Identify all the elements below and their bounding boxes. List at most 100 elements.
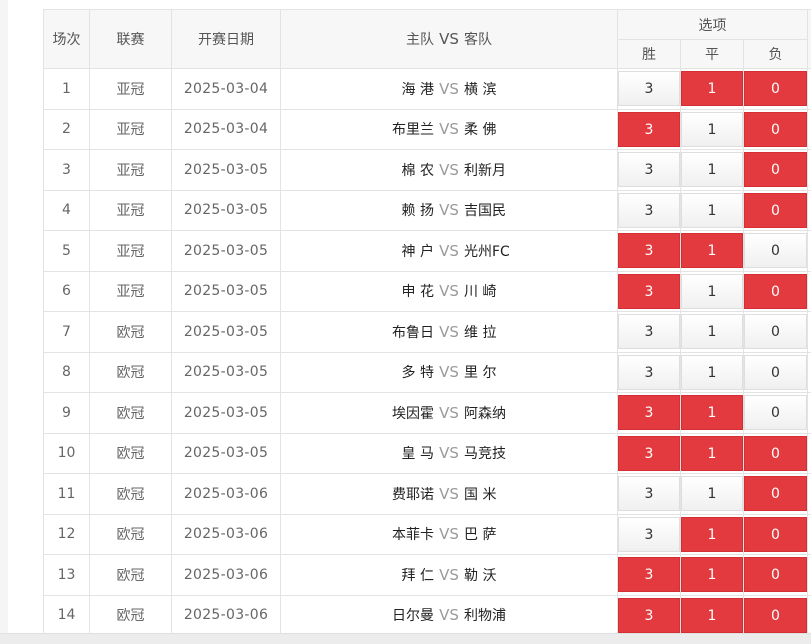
match-date: 2025-03-06 [171,473,281,515]
option-draw-cell: 1 [680,230,744,272]
option-win-button[interactable]: 3 [618,233,680,269]
option-loss-button[interactable]: 0 [744,152,807,188]
table-header: 场次 联赛 开赛日期 主队 VS 客队 选项 胜 平 负 [43,9,811,69]
option-loss-button[interactable]: 0 [744,476,807,512]
option-win-button[interactable]: 3 [618,435,680,471]
option-draw-button[interactable]: 1 [681,152,743,188]
option-draw-button[interactable]: 1 [681,71,743,107]
match-number: 12 [43,513,90,555]
option-loss-cell: 0 [742,351,809,393]
home-team: 日尔曼 [392,608,434,625]
teams-wrap: 日尔曼 VS 利物浦 [282,605,617,625]
match-number: 11 [43,473,90,515]
option-draw-cell: 1 [680,108,744,150]
option-win-button[interactable]: 3 [618,314,680,350]
match-teams: 费耶诺 VS 国 米 [280,473,618,515]
vs-label: VS [439,363,459,382]
option-win-button[interactable]: 3 [618,71,680,107]
option-loss-button[interactable]: 0 [744,314,807,350]
league-name: 欧冠 [89,473,172,515]
option-win-button[interactable]: 3 [618,273,680,309]
option-loss-button[interactable]: 0 [744,192,807,228]
match-date: 2025-03-05 [171,392,281,434]
match-date: 2025-03-05 [171,149,281,191]
option-draw-button[interactable]: 1 [681,233,743,269]
option-draw-cell: 1 [680,554,744,596]
header-no: 场次 [43,9,90,69]
option-draw-button[interactable]: 1 [681,557,743,593]
option-loss-button[interactable]: 0 [744,395,807,431]
option-loss-button[interactable]: 0 [744,111,807,147]
option-win-button[interactable]: 3 [618,516,680,552]
option-draw-button[interactable]: 1 [681,516,743,552]
table-row: 6 亚冠 2025-03-05 申 花 VS 川 崎 310 [43,270,811,312]
vs-label: VS [439,120,459,139]
match-number: 5 [43,230,90,272]
match-number: 14 [43,594,90,636]
table-row: 5 亚冠 2025-03-05 神 户 VS 光州FC 3 1 0 [43,230,811,272]
league-name: 欧冠 [89,554,172,596]
table-row: 10 欧冠 2025-03-05 皇 马 VS 马竞技 3 1 0 [43,432,811,474]
option-loss-button[interactable]: 0 [744,516,807,552]
option-draw-cell: 1 [680,270,744,312]
away-team: 吉国民 [464,203,506,220]
option-win-button[interactable]: 3 [618,395,680,431]
table-row: 12 欧冠 2025-03-06 本菲卡 VS 巴 萨 310 [43,513,811,555]
extra-cell [807,594,811,636]
league-name: 欧冠 [89,351,172,393]
option-draw-button[interactable]: 1 [681,354,743,390]
away-team: 里 尔 [464,365,497,382]
option-draw-button[interactable]: 1 [681,111,743,147]
teams-wrap: 神 户 VS 光州FC [282,241,617,261]
option-loss-button[interactable]: 0 [744,71,807,107]
option-win-button[interactable]: 3 [618,192,680,228]
away-team: 光州FC [464,243,510,260]
home-team: 申 花 [401,284,434,301]
table-row: 11 欧冠 2025-03-06 费耶诺 VS 国 米 310 [43,473,811,515]
option-loss-button[interactable]: 0 [744,597,807,633]
option-win-button[interactable]: 3 [618,111,680,147]
match-date: 2025-03-05 [171,351,281,393]
option-loss-button[interactable]: 0 [744,557,807,593]
option-draw-cell: 1 [680,351,744,393]
header-options: 选项 [616,9,809,40]
option-win-button[interactable]: 3 [618,476,680,512]
match-number: 6 [43,270,90,312]
match-number: 9 [43,392,90,434]
option-draw-button[interactable]: 1 [681,597,743,633]
vs-label: VS [439,606,459,625]
option-draw-button[interactable]: 1 [681,314,743,350]
option-draw-button[interactable]: 1 [681,476,743,512]
option-loss-button[interactable]: 0 [744,273,807,309]
bottom-scrollbar[interactable] [0,633,811,644]
option-loss-button[interactable]: 0 [744,233,807,269]
option-draw-button[interactable]: 1 [681,273,743,309]
league-name: 亚冠 [89,230,172,272]
vs-label: VS [439,565,459,584]
teams-wrap: 布鲁日 VS 维 拉 [282,322,617,342]
option-win-button[interactable]: 3 [618,557,680,593]
page: 场次 联赛 开赛日期 主队 VS 客队 选项 胜 平 负 1 亚冠 2025-0… [0,0,811,644]
option-win-button[interactable]: 3 [618,354,680,390]
option-win-button[interactable]: 3 [618,597,680,633]
match-number: 4 [43,189,90,231]
option-loss-cell: 0 [742,149,809,191]
home-team: 布鲁日 [392,324,434,341]
match-date: 2025-03-05 [171,432,281,474]
match-number: 2 [43,108,90,150]
header-teams: 主队 VS 客队 [280,9,618,69]
option-draw-button[interactable]: 1 [681,395,743,431]
away-team: 阿森纳 [464,405,506,422]
option-loss-button[interactable]: 0 [744,354,807,390]
option-draw-button[interactable]: 1 [681,435,743,471]
option-loss-button[interactable]: 0 [744,435,807,471]
away-team: 利物浦 [464,608,506,625]
league-name: 亚冠 [89,68,172,110]
teams-wrap: 皇 马 VS 马竞技 [282,443,617,463]
vs-label: VS [439,282,459,301]
option-win-cell: 3 [617,108,681,150]
teams-wrap: 埃因霍 VS 阿森纳 [282,403,617,423]
option-loss-cell: 0 [742,230,809,272]
option-win-button[interactable]: 3 [618,152,680,188]
option-draw-button[interactable]: 1 [681,192,743,228]
